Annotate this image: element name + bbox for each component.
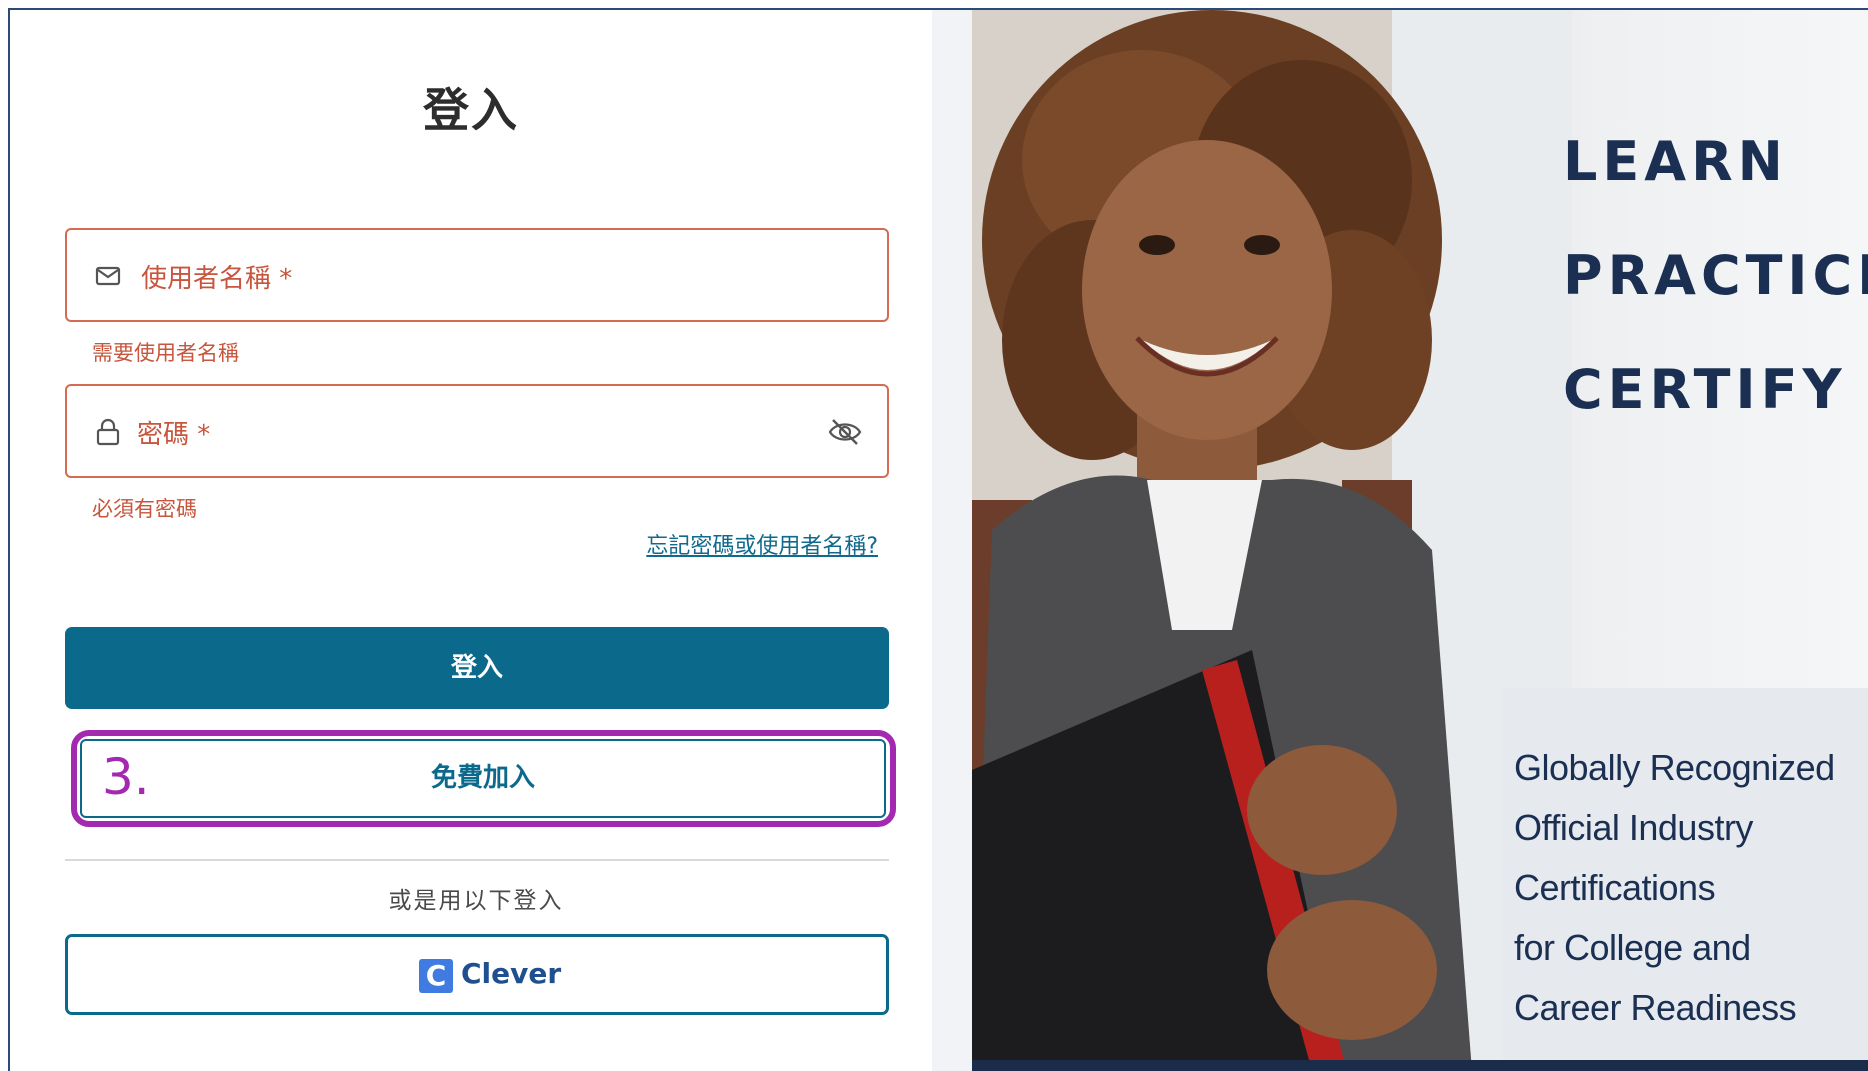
clever-logo-icon: C: [419, 959, 453, 993]
promo-word-certify: CERTIFY: [1563, 358, 1847, 421]
annotation-highlight: [71, 730, 896, 827]
promo-bottom-bar: [972, 1060, 1868, 1071]
panel-gutter: [932, 10, 972, 1071]
tagline-line: Globally Recognized: [1514, 747, 1835, 788]
promo-word-practice: PRACTICE: [1563, 244, 1868, 307]
page-title: 登入: [423, 83, 519, 137]
tagline-line: for College and: [1514, 927, 1751, 968]
tagline-line: Career Readiness: [1514, 987, 1797, 1028]
promo-words: LEARN PRACTICE CERTIFY: [1563, 122, 1868, 464]
username-field[interactable]: 使用者名稱 *: [65, 228, 889, 322]
login-panel: 登入 使用者名稱 * 需要使用者名稱 密碼 * 必須有密碼 忘記密碼或使用者名稱…: [10, 10, 932, 1071]
eye-off-icon[interactable]: [827, 414, 863, 450]
tagline-line: Certifications: [1514, 867, 1716, 908]
forgot-credentials-link[interactable]: 忘記密碼或使用者名稱?: [646, 528, 878, 560]
annotation-step-label: 3.: [102, 748, 150, 806]
password-label: 密碼 *: [137, 420, 211, 450]
divider: [65, 859, 889, 861]
username-label: 使用者名稱 *: [141, 264, 293, 294]
promo-word-learn: LEARN: [1563, 130, 1788, 193]
clever-login-button[interactable]: C Clever: [65, 934, 889, 1015]
alt-login-text: 或是用以下登入: [388, 888, 564, 914]
tagline-line: Official Industry: [1514, 807, 1753, 848]
login-button[interactable]: 登入: [65, 627, 889, 709]
password-field[interactable]: 密碼 *: [65, 384, 889, 478]
password-error: 必須有密碼: [92, 497, 197, 521]
promo-panel: LEARN PRACTICE CERTIFY Globally Recogniz…: [972, 10, 1868, 1071]
mail-icon: [95, 266, 121, 286]
lock-icon: [96, 418, 120, 446]
username-error: 需要使用者名稱: [92, 341, 239, 365]
student-photo: [972, 10, 1572, 1071]
promo-tagline: Globally Recognized Official Industry Ce…: [1514, 738, 1835, 1038]
clever-button-label: Clever: [461, 957, 562, 990]
